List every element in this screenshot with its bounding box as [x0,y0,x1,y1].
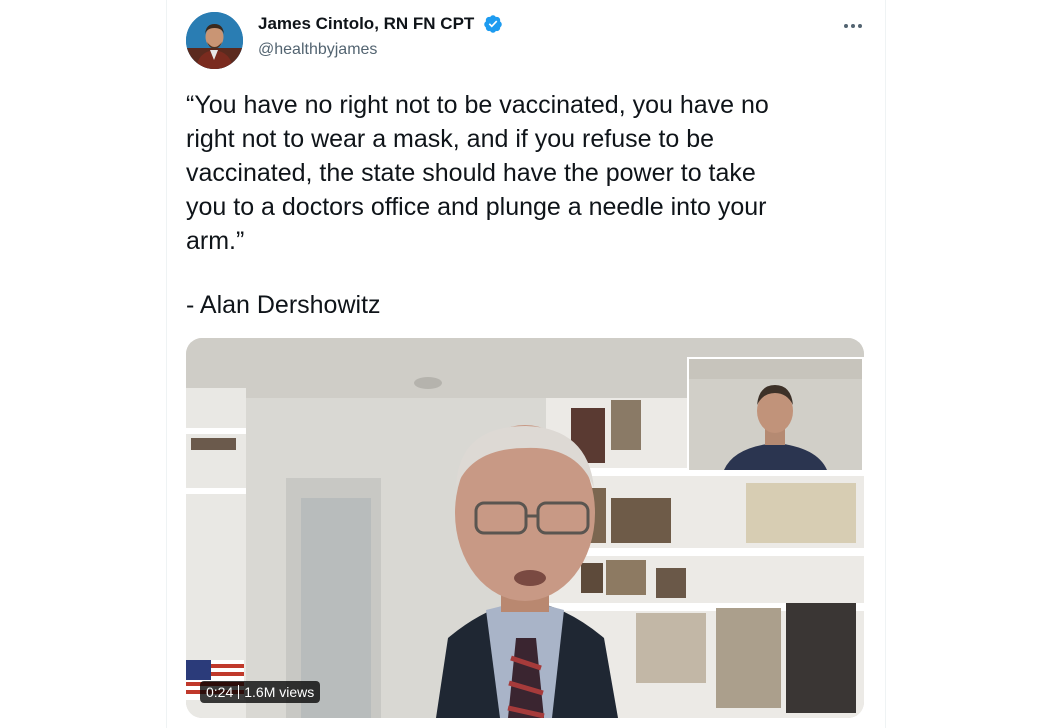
video-duration: 0:24 [206,684,234,700]
tweet-text: “You have no right not to be vaccinated,… [186,91,769,255]
verified-badge-icon [483,14,503,34]
avatar[interactable] [186,12,243,69]
divider [238,685,240,699]
video-meta-overlay: 0:24 1.6M views [200,681,321,703]
author-handle[interactable]: @healthbyjames [258,41,377,59]
tweet-attribution: - Alan Dershowitz [186,291,381,319]
page: James Cintolo, RN FN CPT @healthbyjames … [0,0,1050,728]
video-views: 1.6M views [244,684,315,700]
author-name[interactable]: James Cintolo, RN FN CPT [258,14,474,34]
more-options-button[interactable] [838,12,868,40]
picture-in-picture [687,357,864,472]
more-options-icon [844,24,862,28]
video-player[interactable]: 0:24 1.6M views [186,338,864,718]
